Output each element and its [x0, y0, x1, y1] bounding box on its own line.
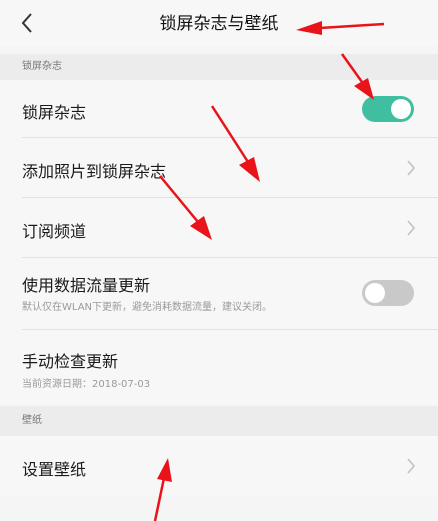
row-label: 订阅频道 [22, 222, 87, 241]
chevron-right-icon [407, 220, 416, 236]
row-add-photos[interactable]: 添加照片到锁屏杂志 [0, 138, 438, 198]
chevron-right-icon [407, 160, 416, 176]
magazine-toggle[interactable] [362, 96, 414, 122]
toggle-knob [391, 99, 411, 119]
row-label: 设置壁纸 [22, 460, 87, 479]
row-set-wallpaper[interactable]: 设置壁纸 [0, 436, 438, 496]
row-mobile-data-update[interactable]: 使用数据流量更新 默认仅在WLAN下更新，避免消耗数据流量，建议关闭。 [0, 258, 438, 330]
row-label: 添加照片到锁屏杂志 [22, 162, 167, 181]
section-header-magazine: 锁屏杂志 [0, 54, 438, 80]
row-label: 手动检查更新 [22, 352, 119, 371]
resource-date: 当前资源日期：2018-07-03 [22, 379, 151, 390]
toggle-knob [365, 283, 385, 303]
section-label: 锁屏杂志 [22, 61, 62, 72]
app-header: 锁屏杂志与壁纸 [0, 0, 438, 46]
row-manual-check-update[interactable]: 手动检查更新 当前资源日期：2018-07-03 [0, 330, 438, 404]
row-label: 锁屏杂志 [22, 103, 87, 122]
row-description: 默认仅在WLAN下更新，避免消耗数据流量，建议关闭。 [22, 302, 273, 313]
row-subscribe-channels[interactable]: 订阅频道 [0, 198, 438, 258]
chevron-right-icon [407, 458, 416, 474]
section-label: 壁纸 [22, 415, 42, 426]
section-header-wallpaper: 壁纸 [0, 406, 438, 436]
mobile-data-toggle[interactable] [362, 280, 414, 306]
page-title: 锁屏杂志与壁纸 [159, 14, 279, 34]
row-label: 使用数据流量更新 [22, 276, 151, 295]
row-lockscreen-magazine[interactable]: 锁屏杂志 [0, 80, 438, 138]
